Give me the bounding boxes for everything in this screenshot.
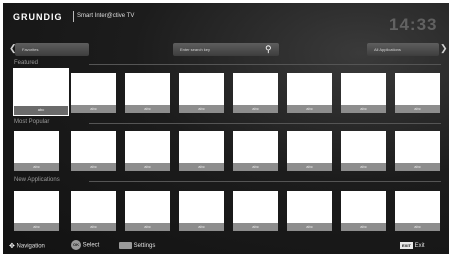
- dpad-icon: ✥: [9, 243, 15, 250]
- card-caption: abc: [14, 223, 59, 231]
- app-card[interactable]: abc: [395, 73, 440, 113]
- search-icon[interactable]: ⚲: [265, 43, 272, 56]
- app-card[interactable]: abc: [233, 73, 278, 113]
- brand-logo: GRUNDIG: [13, 12, 63, 22]
- card-caption: abc: [287, 163, 332, 171]
- card-caption: abc: [125, 163, 170, 171]
- section-title-new-applications: New Applications: [14, 177, 60, 183]
- card-caption: abc: [287, 105, 332, 113]
- settings-label: Settings: [133, 243, 156, 250]
- exit-key-icon: EXIT: [400, 242, 413, 249]
- app-card[interactable]: abc: [14, 131, 59, 171]
- exit-hint: EXIT Exit: [400, 242, 425, 249]
- app-card[interactable]: abc: [341, 191, 386, 231]
- chevron-right-icon[interactable]: ❯: [440, 43, 448, 54]
- app-card[interactable]: abc: [125, 131, 170, 171]
- select-hint: OK Select: [71, 240, 99, 250]
- filter-selector[interactable]: All Applications: [367, 43, 439, 56]
- tv-screen: GRUNDIG Smart Inter@ctive TV 14:33 ❮ Fav…: [3, 3, 449, 254]
- app-card[interactable]: abc: [179, 131, 224, 171]
- ok-button-icon: OK: [71, 240, 81, 250]
- card-caption: abc: [233, 105, 278, 113]
- app-card[interactable]: abc: [125, 191, 170, 231]
- section-divider: [89, 123, 441, 124]
- app-card[interactable]: abc: [395, 191, 440, 231]
- card-caption: abc: [341, 223, 386, 231]
- card-caption: abc: [179, 223, 224, 231]
- card-caption: abc: [71, 223, 116, 231]
- card-caption: abc: [341, 105, 386, 113]
- app-card[interactable]: abc: [233, 131, 278, 171]
- card-caption: abc: [14, 163, 59, 171]
- card-caption: abc: [125, 223, 170, 231]
- card-caption: abc: [233, 163, 278, 171]
- exit-label: Exit: [414, 243, 425, 250]
- header-divider: [73, 11, 74, 22]
- app-card[interactable]: abc: [341, 131, 386, 171]
- section-title-featured: Featured: [14, 60, 39, 66]
- app-card[interactable]: abc: [71, 191, 116, 231]
- clock: 14:33: [389, 15, 438, 34]
- card-caption: abc: [233, 223, 278, 231]
- app-card[interactable]: abc: [287, 131, 332, 171]
- section-title-most-popular: Most Popular: [14, 119, 50, 125]
- card-caption: abc: [179, 163, 224, 171]
- card-caption: abc: [14, 106, 68, 115]
- app-card[interactable]: abc: [233, 191, 278, 231]
- card-caption: abc: [125, 105, 170, 113]
- app-card[interactable]: abc: [179, 73, 224, 113]
- navigation-hint: ✥ Navigation: [9, 242, 45, 250]
- category-selector[interactable]: Favorites: [15, 43, 89, 56]
- app-card[interactable]: abc: [179, 191, 224, 231]
- card-caption: abc: [395, 105, 440, 113]
- section-divider: [89, 181, 441, 182]
- card-caption: abc: [395, 223, 440, 231]
- select-label: Select: [82, 242, 100, 249]
- card-caption: abc: [395, 163, 440, 171]
- app-card[interactable]: abc: [71, 73, 116, 113]
- app-card[interactable]: abc: [14, 191, 59, 231]
- settings-key-icon: [119, 242, 132, 249]
- navigation-label: Navigation: [16, 243, 45, 250]
- app-card[interactable]: abc: [287, 191, 332, 231]
- settings-hint: Settings: [119, 242, 155, 249]
- card-caption: abc: [71, 105, 116, 113]
- app-card-selected[interactable]: abc: [14, 69, 68, 115]
- card-caption: abc: [179, 105, 224, 113]
- app-card[interactable]: abc: [287, 73, 332, 113]
- app-card[interactable]: abc: [341, 73, 386, 113]
- app-subtitle: Smart Inter@ctive TV: [77, 13, 135, 19]
- card-caption: abc: [287, 223, 332, 231]
- card-caption: abc: [71, 163, 116, 171]
- footer-hints: ✥ Navigation OK Select Settings EXIT Exi…: [3, 239, 449, 253]
- app-card[interactable]: abc: [71, 131, 116, 171]
- search-input[interactable]: Enter search key: [173, 43, 279, 56]
- app-card[interactable]: abc: [395, 131, 440, 171]
- card-caption: abc: [341, 163, 386, 171]
- app-card[interactable]: abc: [125, 73, 170, 113]
- section-divider: [89, 64, 441, 65]
